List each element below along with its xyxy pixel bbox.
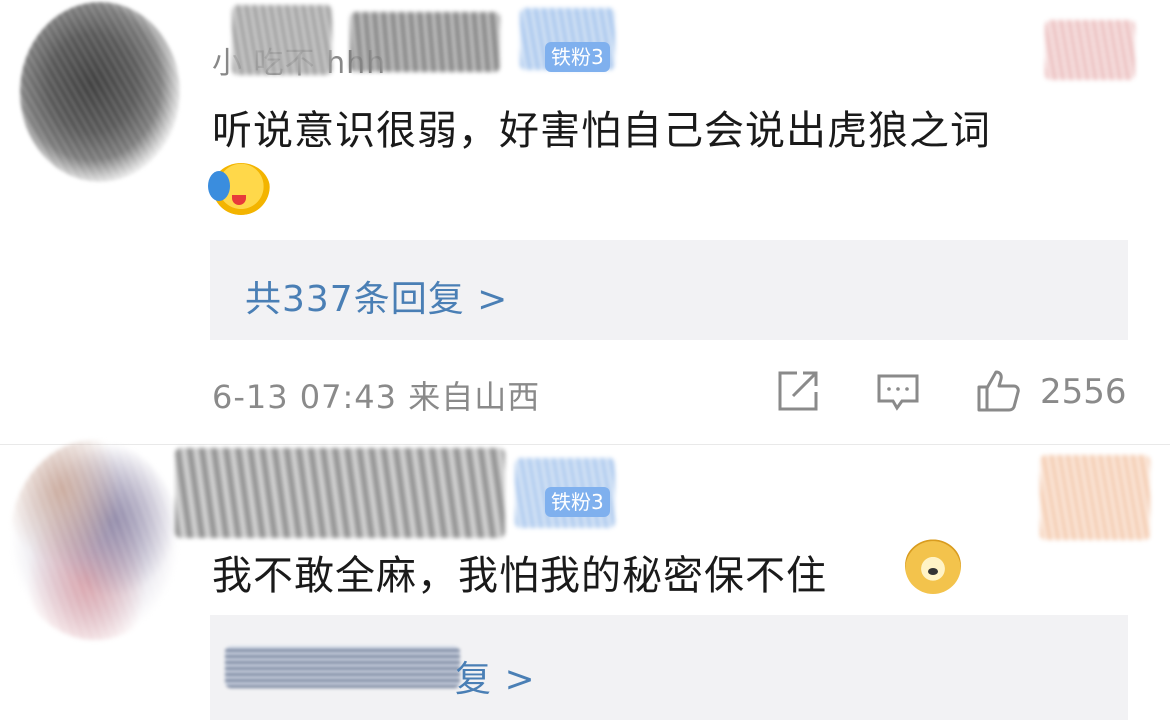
avatar[interactable] xyxy=(20,2,180,182)
redaction-blur xyxy=(225,646,460,688)
fan-badge: 铁粉3 xyxy=(545,487,610,517)
comment-text: 听说意识很弱，好害怕自己会说出虎狼之词 xyxy=(212,108,991,154)
view-replies-link[interactable]: 复 > xyxy=(455,650,536,702)
redaction-blur xyxy=(350,12,500,72)
like-count: 2556 xyxy=(1040,372,1127,412)
share-icon[interactable] xyxy=(775,368,821,414)
doge-emoji-icon xyxy=(905,538,961,594)
comment-location: 来自山西 xyxy=(408,378,541,416)
comment-date: 6-13 07:43 xyxy=(212,378,398,416)
hug-emoji-icon xyxy=(208,163,270,215)
comment-meta: 6-13 07:43 来自山西 xyxy=(212,372,540,418)
redaction-blur xyxy=(1045,20,1135,80)
avatar[interactable] xyxy=(10,440,180,640)
thumbs-up-icon[interactable] xyxy=(975,368,1021,414)
redaction-blur xyxy=(1040,455,1150,540)
fan-badge: 铁粉3 xyxy=(545,42,610,72)
view-replies-link[interactable]: 共337条回复 > xyxy=(245,270,508,322)
comment-text: 我不敢全麻，我怕我的秘密保不住 xyxy=(212,553,827,599)
redaction-blur xyxy=(232,5,332,75)
comment-icon[interactable] xyxy=(875,368,921,414)
redaction-blur xyxy=(175,448,505,538)
